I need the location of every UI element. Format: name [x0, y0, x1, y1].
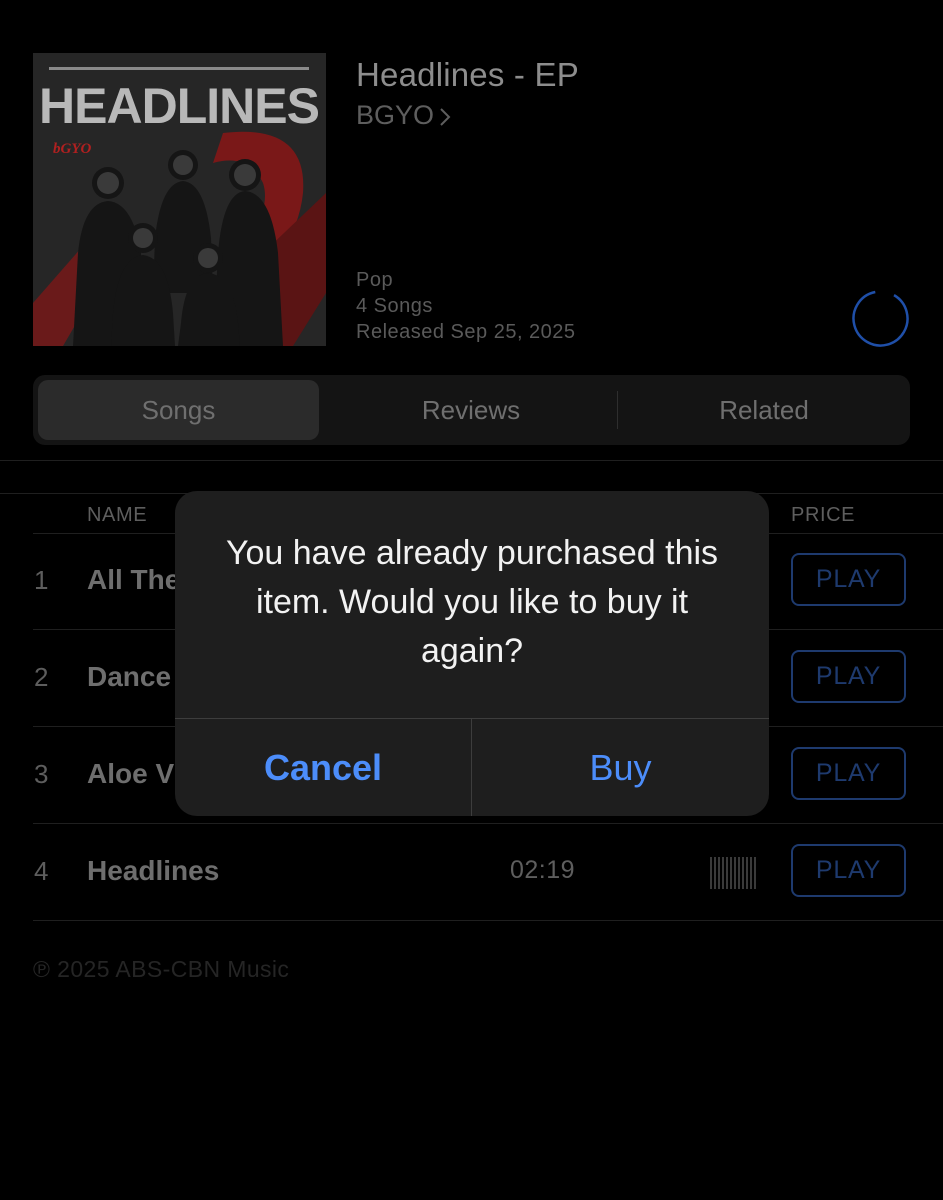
cover-logo-text: bGYO [53, 141, 91, 157]
track-number: 4 [34, 856, 49, 886]
play-button[interactable]: PLAY [791, 650, 906, 703]
album-artwork: HEADLINES bGYO [33, 53, 326, 346]
track-title: All The [87, 564, 181, 595]
artist-name: BGYO [356, 100, 435, 130]
alert-message: You have already purchased this item. Wo… [225, 534, 719, 670]
track-title: Headlines [87, 855, 220, 886]
album-genre: Pop [356, 269, 394, 291]
album-release-date: Released Sep 25, 2025 [356, 321, 576, 343]
track-number: 1 [34, 565, 49, 595]
artist-link[interactable]: BGYO [356, 100, 452, 131]
purchase-alert-dialog: You have already purchased this item. Wo… [175, 491, 769, 816]
cancel-button[interactable]: Cancel [175, 719, 471, 816]
album-title: Headlines - EP [356, 56, 579, 93]
tab-related[interactable]: Related [618, 380, 910, 440]
play-button[interactable]: PLAY [791, 747, 906, 800]
tab-reviews[interactable]: Reviews [325, 380, 617, 440]
popularity-bars-icon [710, 857, 756, 889]
song-row[interactable]: 4 Headlines 02:19 PLAY [0, 824, 943, 921]
track-duration: 02:19 [510, 856, 576, 884]
tab-songs[interactable]: Songs [38, 380, 319, 440]
column-header-price: PRICE [791, 504, 856, 526]
buy-button[interactable]: Buy [472, 719, 769, 816]
column-header-name: NAME [87, 504, 148, 526]
cover-title-text: HEADLINES [39, 78, 319, 134]
album-screen: HEADLINES bGYO Headlines - EP BGYO Pop 4… [0, 0, 943, 1200]
track-number: 2 [34, 662, 49, 692]
play-button[interactable]: PLAY [791, 844, 906, 897]
segmented-tabs: Songs Reviews Related [33, 375, 910, 445]
download-progress-icon[interactable] [851, 289, 910, 348]
track-number: 3 [34, 759, 49, 789]
track-title: Dance [87, 661, 172, 692]
copyright-text: ℗ 2025 ABS-CBN Music [33, 956, 290, 982]
album-song-count: 4 Songs [356, 295, 433, 317]
track-title: Aloe V [87, 758, 175, 789]
chevron-right-icon [440, 108, 451, 126]
play-button[interactable]: PLAY [791, 553, 906, 606]
row-divider [33, 920, 943, 921]
section-divider [0, 460, 943, 461]
